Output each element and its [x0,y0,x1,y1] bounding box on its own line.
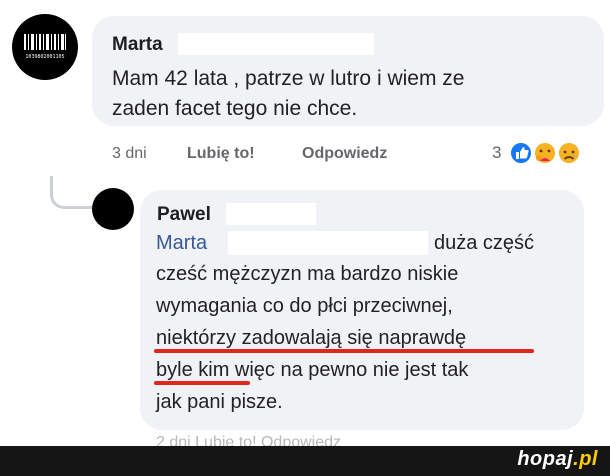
like-button[interactable]: Lubię to! [187,145,255,163]
comment-text-line: zaden facet tego nie chce. [112,97,358,120]
reply-author[interactable]: Pawel [157,204,211,226]
comment-text: Mam 42 lata , patrze w lutro i wiem ze z… [112,64,464,124]
reaction-count[interactable]: 3 [492,143,501,163]
reply-text-line: jak pani pisze. [156,391,283,413]
watermark-name: hopaj [517,448,574,470]
barcode-icon [24,34,66,50]
sad-icon [557,141,581,165]
barcode-number: 1039802001105 [25,54,65,60]
redaction-box [228,231,428,255]
comment-author[interactable]: Marta [112,34,163,56]
love-hug-icon [533,141,557,165]
reply-text-line: wymagania co do płci przeciwnej, [156,295,453,317]
reply-button[interactable]: Odpowiedz [302,145,387,163]
reactions-group[interactable] [508,140,586,166]
like-icon [509,141,533,165]
thread-connector-line [50,176,93,209]
comment-text-line: Mam 42 lata , patrze w lutro i wiem ze [112,67,465,90]
reply-text-line: duża część [434,232,535,254]
reply-text-line: byle kim więc na pewno nie jest tak [156,359,469,381]
mention-link[interactable]: Marta [156,232,207,255]
redaction-box [226,203,316,225]
reply-text-line: niektórzy zadowalają się naprawdę [156,327,467,349]
reply-text-line: cześć mężczyzn ma bardzo niskie [156,263,459,285]
red-underline [154,349,534,353]
avatar-barcode[interactable]: 1039802001105 [12,14,78,80]
watermark-tld: .pl [573,448,598,470]
avatar[interactable] [92,188,134,230]
comment-timestamp[interactable]: 3 dni [112,145,147,163]
redaction-box [178,33,374,55]
red-underline [154,381,250,385]
site-watermark: hopaj.pl [517,448,598,471]
